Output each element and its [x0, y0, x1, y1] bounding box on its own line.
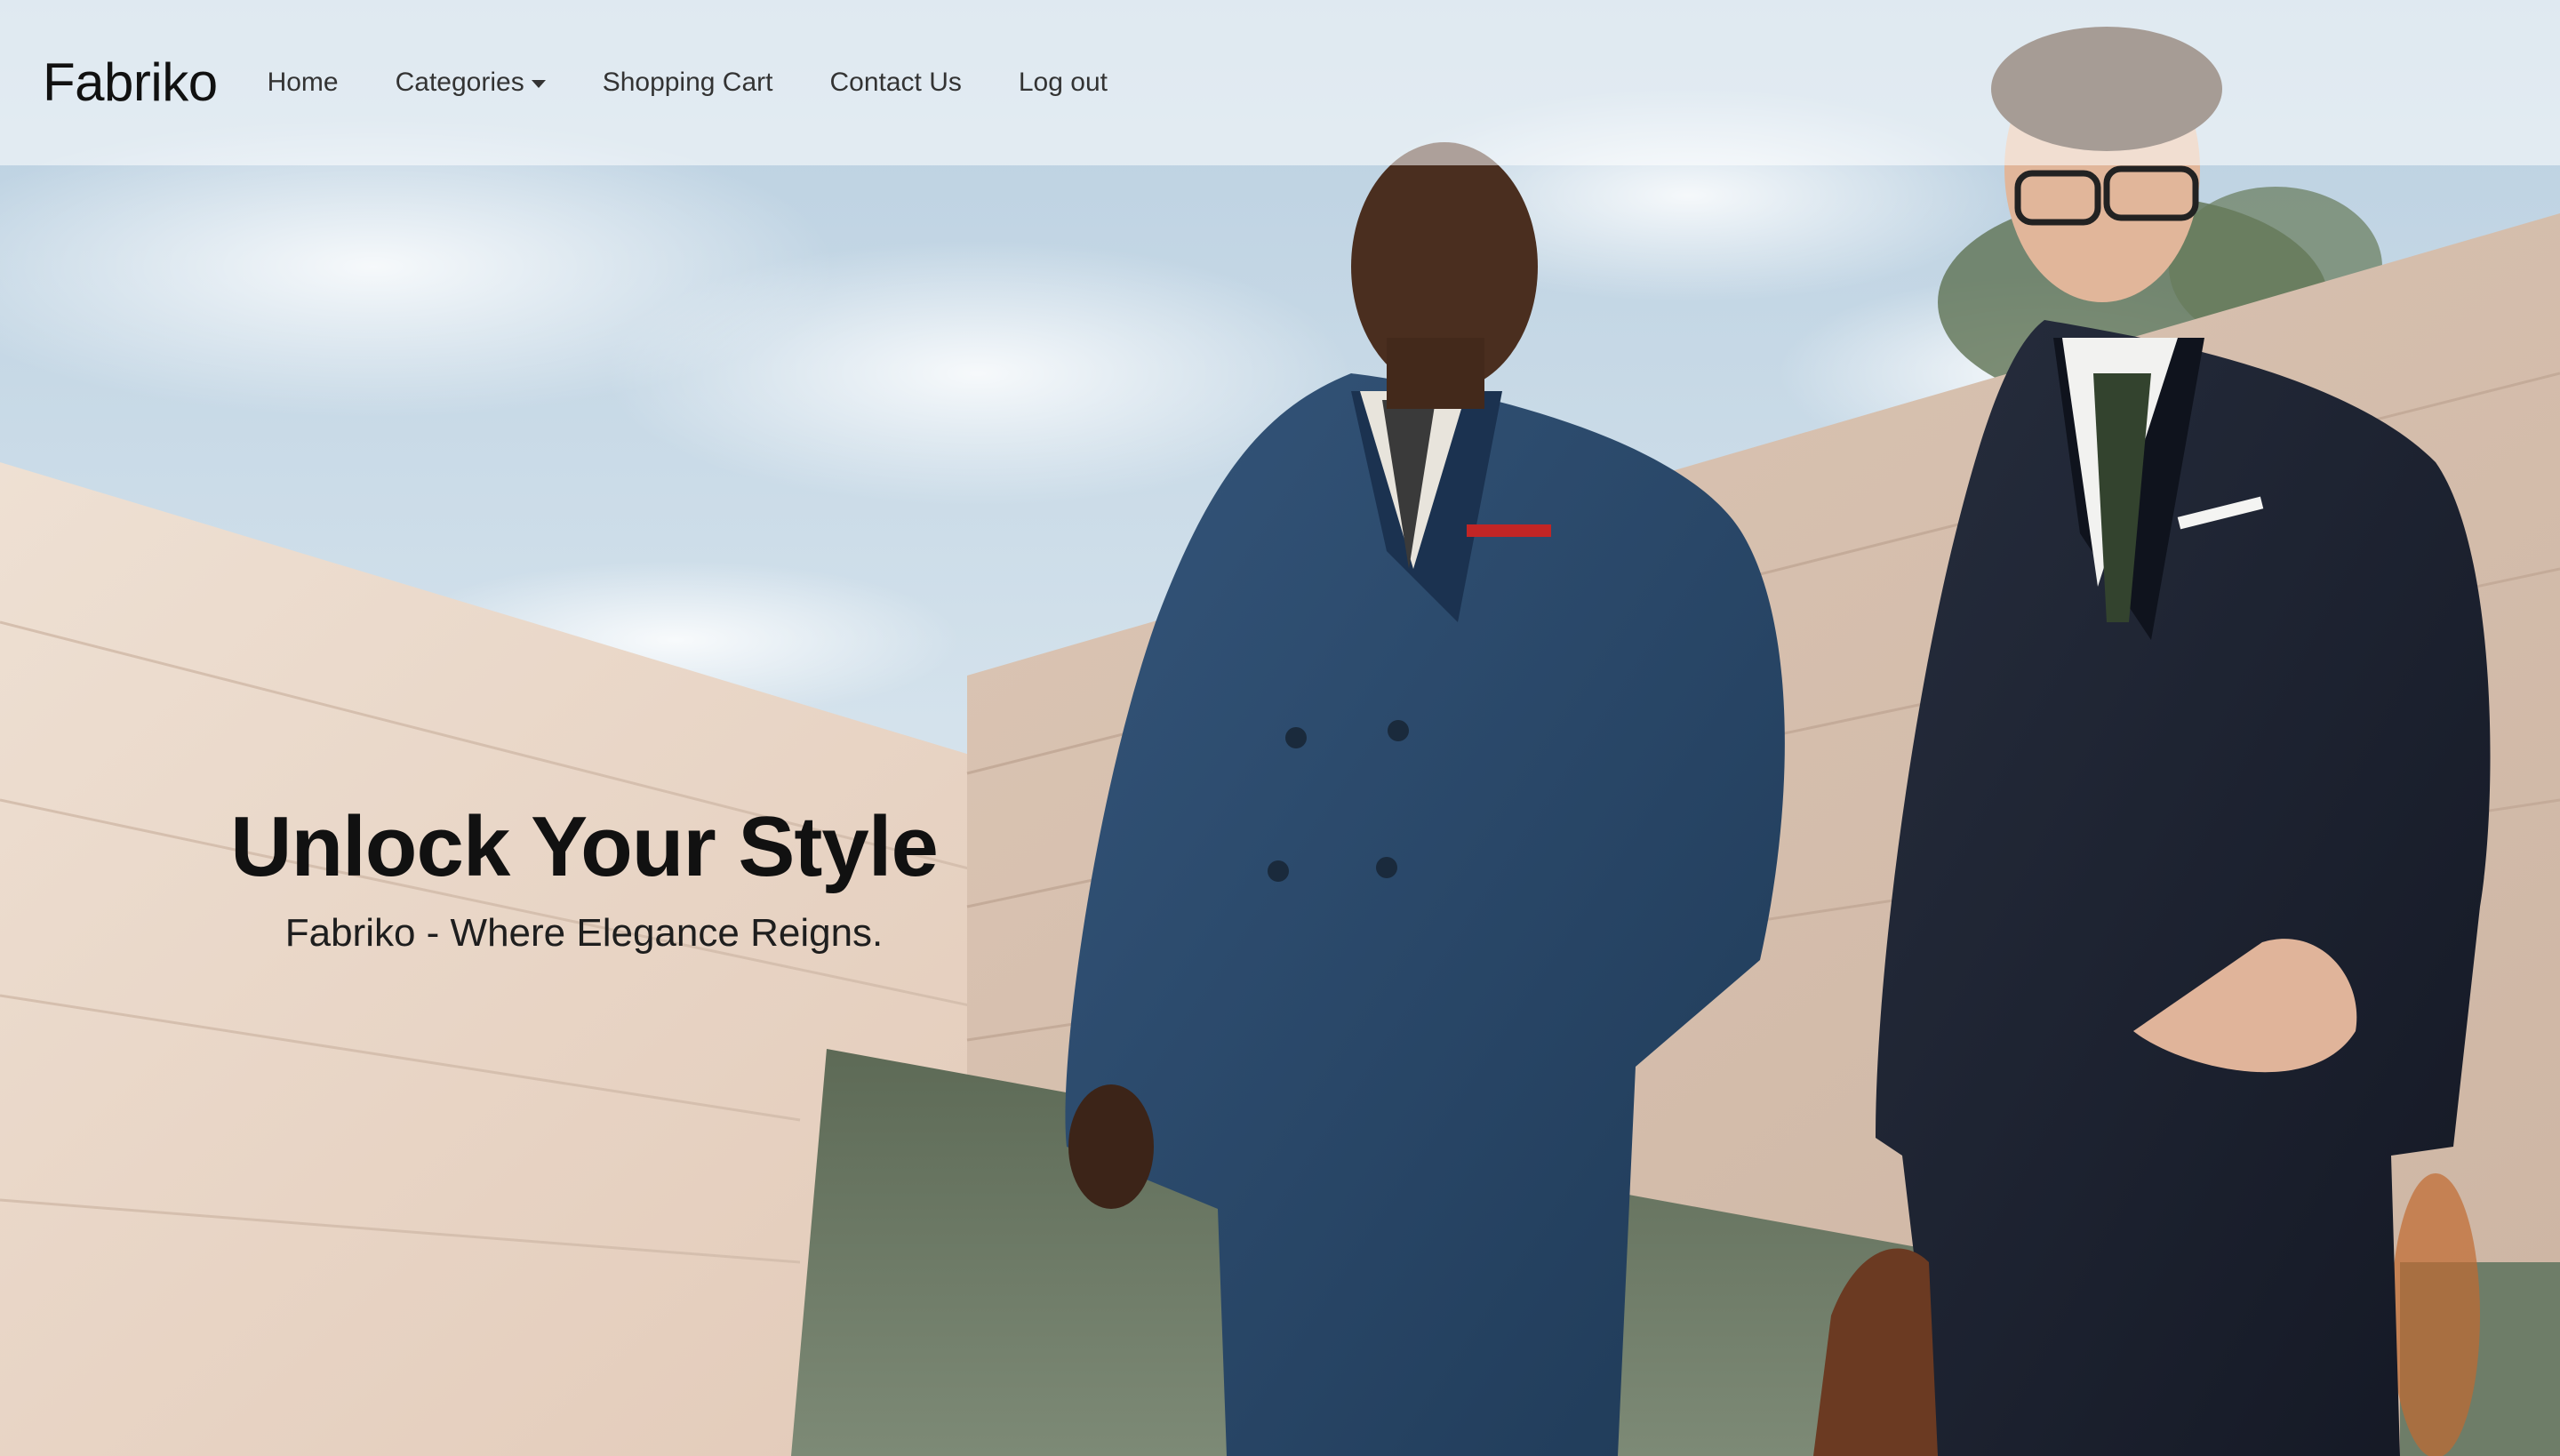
nav-shopping-cart[interactable]: Shopping Cart	[603, 69, 773, 96]
nav-log-out[interactable]: Log out	[1019, 69, 1108, 96]
nav-home[interactable]: Home	[268, 69, 339, 96]
navbar: Fabriko Home Categories Shopping Cart Co…	[0, 0, 2560, 165]
hero-section: Fabriko Home Categories Shopping Cart Co…	[0, 0, 2560, 1456]
nav-contact-us[interactable]: Contact Us	[829, 69, 961, 96]
hero-text-block: Unlock Your Style Fabriko - Where Elegan…	[0, 800, 1168, 955]
caret-down-icon	[531, 79, 546, 88]
hero-background-image	[0, 0, 2560, 1456]
hero-subtitle: Fabriko - Where Elegance Reigns.	[284, 910, 884, 955]
nav-categories-label: Categories	[395, 68, 524, 97]
hero-title: Unlock Your Style	[230, 799, 939, 894]
brand-logo[interactable]: Fabriko	[43, 56, 218, 109]
nav-categories-dropdown[interactable]: Categories	[396, 69, 546, 96]
